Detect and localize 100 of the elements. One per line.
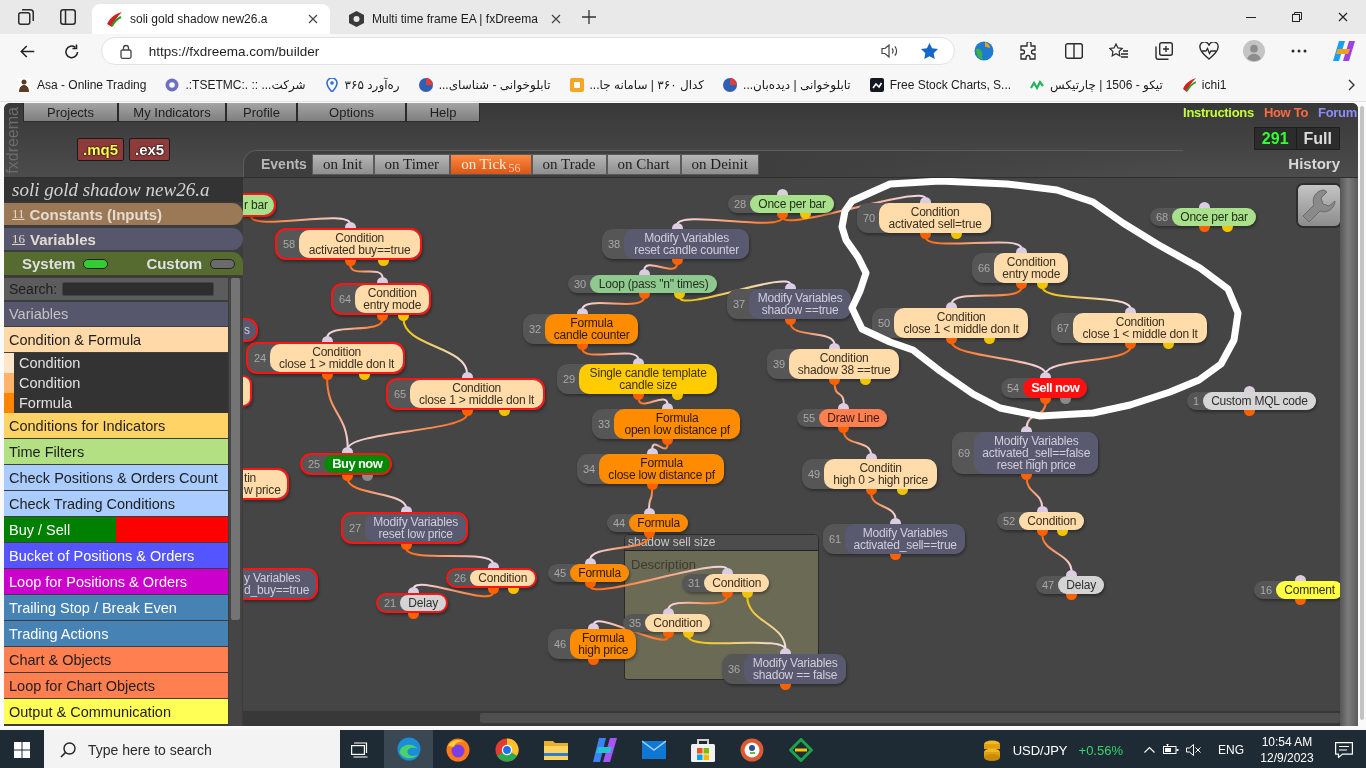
category-item[interactable]: Buy / Sell (4, 517, 228, 543)
puzzle-icon[interactable] (1019, 42, 1038, 60)
category-item[interactable]: Trading Actions (4, 621, 228, 647)
event-tab[interactable]: on Trade (531, 153, 607, 175)
clock-time[interactable]: 10:54 AM (1261, 734, 1313, 750)
task-view-icon (351, 742, 369, 758)
event-tab[interactable]: on Deinit (680, 153, 759, 175)
pie-icon (418, 77, 433, 92)
bookmark-link[interactable]: ichi1 (1176, 71, 1232, 98)
scrollbar-thumb[interactable] (231, 278, 240, 620)
output-pin-icon (780, 684, 792, 690)
bookmark-link[interactable]: تابلوخوانی | دیده‌بان... (718, 71, 856, 98)
heart-pulse-icon[interactable] (1198, 42, 1219, 60)
header-link[interactable]: Instructions (1183, 105, 1254, 120)
toggle-switch[interactable] (210, 258, 236, 269)
toggle-switch[interactable] (83, 258, 109, 269)
wrench-icon (1302, 188, 1336, 223)
menu-tab[interactable]: Projects (23, 103, 118, 122)
clock-date[interactable]: 12/9/2023 (1260, 750, 1314, 766)
location-pin-icon (324, 77, 339, 92)
section-bar[interactable]: 16 Variables (4, 228, 243, 250)
category-item[interactable]: Bucket of Positions & Orders (4, 543, 228, 569)
bookmark-link[interactable]: تیکو - 1506 | چارتیکس (1025, 71, 1168, 98)
read-aloud-icon[interactable] (881, 44, 899, 58)
category-item[interactable]: Check Positions & Orders Count (4, 465, 228, 491)
block-type: Custom MQL code (1211, 395, 1308, 407)
globe-icon[interactable] (973, 41, 994, 61)
header-link[interactable]: Forum (1318, 105, 1357, 120)
chevron-up-icon[interactable] (1143, 747, 1155, 753)
category-subitem[interactable]: Formula (4, 393, 228, 413)
category-item[interactable]: Time Filters (4, 439, 228, 465)
round-emblem-icon (739, 738, 764, 762)
minimize-icon (1246, 16, 1256, 18)
bookmark-link[interactable]: Free Stock Charts, S... (864, 71, 1017, 98)
close-icon (1338, 12, 1348, 22)
category-subitem[interactable]: Condition (4, 373, 228, 393)
menu-tab[interactable]: My Indicators (118, 103, 226, 122)
category-subitem[interactable]: Condition (4, 353, 228, 373)
ticker-symbol: USD/JPY (1012, 742, 1068, 758)
split-screen-icon[interactable] (1064, 43, 1083, 59)
input-pin-icon (1294, 575, 1306, 581)
collections-icon[interactable] (1154, 42, 1173, 60)
star-icon[interactable] (921, 43, 938, 59)
favorites-icon[interactable] (1109, 42, 1128, 60)
slanted-bars-icon (592, 738, 617, 762)
bookmark-link[interactable]: تابلوخوانی - شناسای... (413, 71, 556, 98)
category-item[interactable]: Conditions for Indicators (4, 413, 228, 439)
menu-tab[interactable]: Profile (226, 103, 297, 122)
workspaces-icon[interactable] (18, 9, 34, 25)
block-type: Once per bar (1180, 211, 1248, 223)
search-icon[interactable] (60, 742, 76, 758)
address-bar[interactable]: https://fxdreema.com/builder (100, 37, 955, 65)
menu-tab[interactable]: Help (406, 103, 480, 122)
event-tab[interactable]: on Init (311, 153, 374, 175)
bookmark-link[interactable]: ره‌آورد ۳۶۵ (319, 71, 405, 98)
category-item[interactable]: Trailing Stop / Break Even (4, 595, 228, 621)
arrow-left-icon (20, 44, 36, 58)
search-field[interactable] (62, 282, 215, 296)
wrench-button[interactable] (1296, 183, 1340, 228)
scrollbar-thumb[interactable] (1360, 106, 1364, 720)
message-icon[interactable] (1335, 742, 1353, 758)
speaker-mute-icon[interactable] (1185, 744, 1201, 756)
category-item[interactable]: Variables (4, 302, 228, 327)
chevron-right-icon[interactable] (1347, 78, 1355, 91)
avatar-icon[interactable] (1242, 39, 1265, 63)
language-indicator[interactable]: ENG (1218, 743, 1244, 757)
category-item[interactable]: Chart & Objects (4, 647, 228, 673)
four-panes-icon (14, 742, 30, 758)
category-item[interactable]: Loop for Positions & Orders (4, 569, 228, 595)
event-tab[interactable]: on Timer (373, 153, 451, 175)
history-link[interactable]: History (1288, 155, 1340, 172)
output-pin-icon (1222, 226, 1234, 232)
swoosh-icon (106, 11, 122, 27)
bookmark-link[interactable]: کدال ۳۶۰ | سامانه جا... (564, 71, 710, 98)
block-type: Modify Variables (752, 657, 838, 669)
browser-tab[interactable]: Multi time frame EA | fxDreema (335, 4, 573, 34)
battery-icon[interactable] (1163, 744, 1179, 756)
export-button[interactable]: .mq5 (77, 138, 124, 161)
tab-list-icon[interactable] (60, 9, 76, 25)
envelope-icon (641, 738, 666, 762)
filter-label: Custom (146, 255, 203, 272)
vertical-scrollbar[interactable] (1340, 178, 1358, 726)
section-count: 16 (12, 231, 25, 247)
category-item[interactable]: Condition & Formula (4, 327, 228, 353)
header-link[interactable]: How To (1263, 105, 1309, 120)
export-button[interactable]: .ex5 (129, 138, 171, 161)
category-item[interactable]: Output & Communication (4, 699, 228, 725)
more-icon[interactable] (1290, 49, 1307, 53)
slanted-bars-icon[interactable] (1332, 41, 1355, 61)
block-type: s (244, 324, 250, 336)
event-tab[interactable]: on Chart (606, 153, 681, 175)
category-item[interactable]: Loop for Chart Objects (4, 673, 228, 699)
category-item[interactable]: Check Trading Conditions (4, 491, 228, 517)
input-pin-icon (1199, 202, 1211, 208)
scrollbar-thumb[interactable] (480, 713, 1340, 723)
menu-tab[interactable]: Options (297, 103, 406, 122)
search-label: Search: (9, 281, 58, 297)
lock-icon[interactable] (119, 43, 132, 59)
folder-icon (543, 738, 568, 762)
browser-tab[interactable]: soli gold shadow new26.a (92, 4, 330, 34)
